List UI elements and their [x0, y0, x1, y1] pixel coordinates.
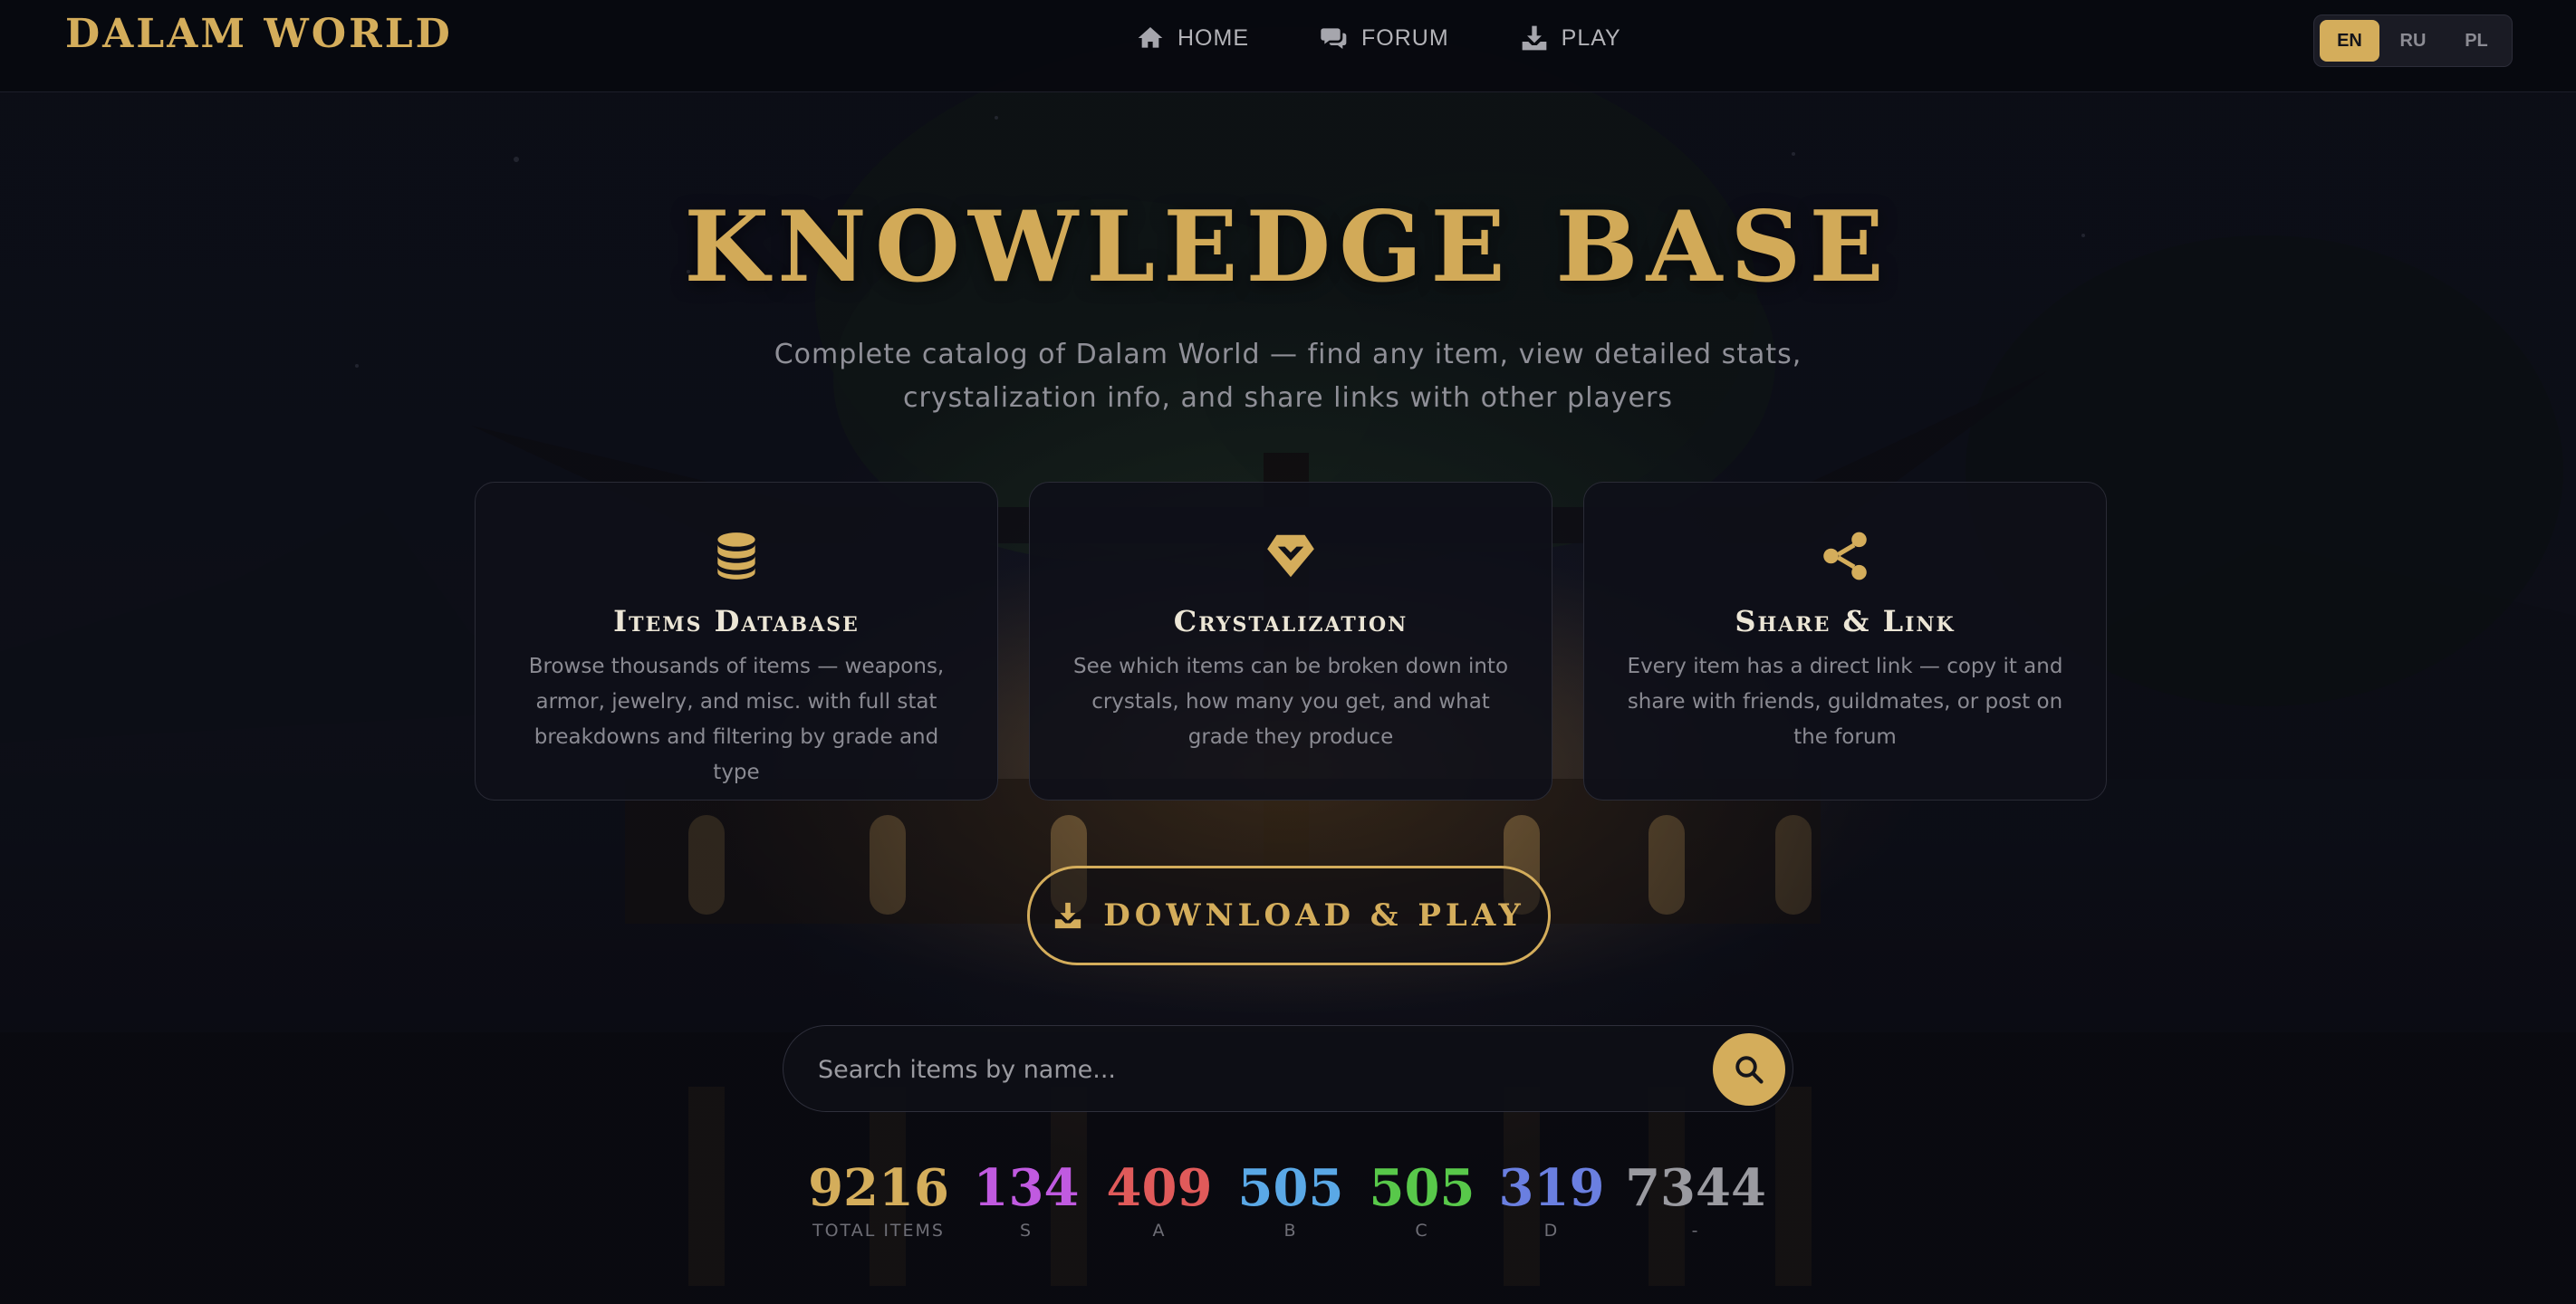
language-ru-button[interactable]: RU	[2383, 20, 2443, 62]
feature-card-items-database: Items Database Browse thousands of items…	[475, 482, 998, 801]
stat-value: 9216	[808, 1158, 949, 1218]
comments-icon	[1321, 28, 1347, 49]
nav-link-forum[interactable]: FORUM	[1320, 20, 1449, 56]
stat-grade-s: 134 S	[960, 1157, 1092, 1241]
page-subtitle: Complete catalog of Dalam World — find a…	[774, 339, 1802, 414]
download-icon	[1055, 902, 1081, 929]
stat-value: 134	[973, 1158, 1080, 1218]
stat-label: -	[1691, 1221, 1700, 1241]
stat-label: TOTAL ITEMS	[812, 1221, 945, 1241]
card-description: Every item has a direct link — copy it a…	[1627, 655, 2063, 749]
top-navigation: DALAM WORLD HOME FORUM PLAY EN RU PL	[0, 0, 2576, 92]
stat-value: 319	[1498, 1158, 1605, 1218]
feature-card-share-link: Share & Link Every item has a direct lin…	[1583, 482, 2107, 801]
download-play-label: DOWNLOAD & PLAY	[1103, 897, 1525, 934]
site-logo[interactable]: DALAM WORLD	[65, 11, 453, 57]
gem-icon	[1267, 534, 1314, 578]
stat-label: A	[1152, 1221, 1167, 1241]
nav-link-label: HOME	[1177, 24, 1249, 51]
nav-link-label: FORUM	[1361, 24, 1449, 51]
nav-link-play[interactable]: PLAY	[1520, 20, 1621, 56]
nav-link-home[interactable]: HOME	[1136, 20, 1249, 56]
stat-label: S	[1019, 1221, 1033, 1241]
nav-links: HOME FORUM PLAY	[1136, 20, 1621, 56]
home-icon	[1138, 27, 1163, 48]
database-icon	[717, 532, 755, 580]
card-title: Share & Link	[1735, 604, 1956, 638]
stat-value: 505	[1237, 1158, 1344, 1218]
stat-total-items: 9216 TOTAL ITEMS	[797, 1157, 960, 1241]
download-play-button[interactable]: DOWNLOAD & PLAY	[1027, 866, 1551, 965]
card-icon-wrap	[1817, 528, 1873, 588]
stat-label: C	[1415, 1221, 1429, 1241]
item-stats: 9216 TOTAL ITEMS 134 S 409 A 505 B 505 C…	[797, 1157, 1777, 1241]
stat-no-grade: 7344 -	[1614, 1157, 1777, 1241]
language-switcher: EN RU PL	[2313, 14, 2513, 67]
download-icon	[1522, 25, 1546, 51]
card-description: See which items can be broken down into …	[1072, 655, 1509, 749]
card-description: Browse thousands of items — weapons, arm…	[528, 655, 945, 784]
stat-grade-a: 409 A	[1092, 1157, 1226, 1241]
feature-card-crystalization: Crystalization See which items can be br…	[1029, 482, 1552, 801]
page-title: KNOWLEDGE BASE	[684, 190, 1892, 304]
search-input[interactable]	[818, 1042, 1669, 1097]
stat-value: 505	[1369, 1158, 1475, 1218]
stat-label: B	[1283, 1221, 1298, 1241]
stat-label: D	[1543, 1221, 1560, 1241]
language-pl-button[interactable]: PL	[2446, 20, 2506, 62]
stat-grade-b: 505 B	[1226, 1157, 1355, 1241]
stat-grade-d: 319 D	[1489, 1157, 1614, 1241]
language-en-button[interactable]: EN	[2320, 20, 2379, 62]
search-icon	[1735, 1056, 1764, 1084]
card-icon-wrap	[708, 528, 764, 588]
nav-link-label: PLAY	[1561, 24, 1621, 51]
card-icon-wrap	[1263, 528, 1319, 588]
search-bar	[783, 1025, 1793, 1112]
feature-cards: Items Database Browse thousands of items…	[475, 482, 2107, 801]
card-title: Items Database	[613, 604, 860, 638]
share-icon	[1823, 532, 1867, 580]
search-button[interactable]	[1713, 1033, 1785, 1106]
stat-grade-c: 505 C	[1355, 1157, 1489, 1241]
stat-value: 7344	[1625, 1158, 1766, 1218]
stat-value: 409	[1106, 1158, 1213, 1218]
card-title: Crystalization	[1173, 604, 1408, 638]
